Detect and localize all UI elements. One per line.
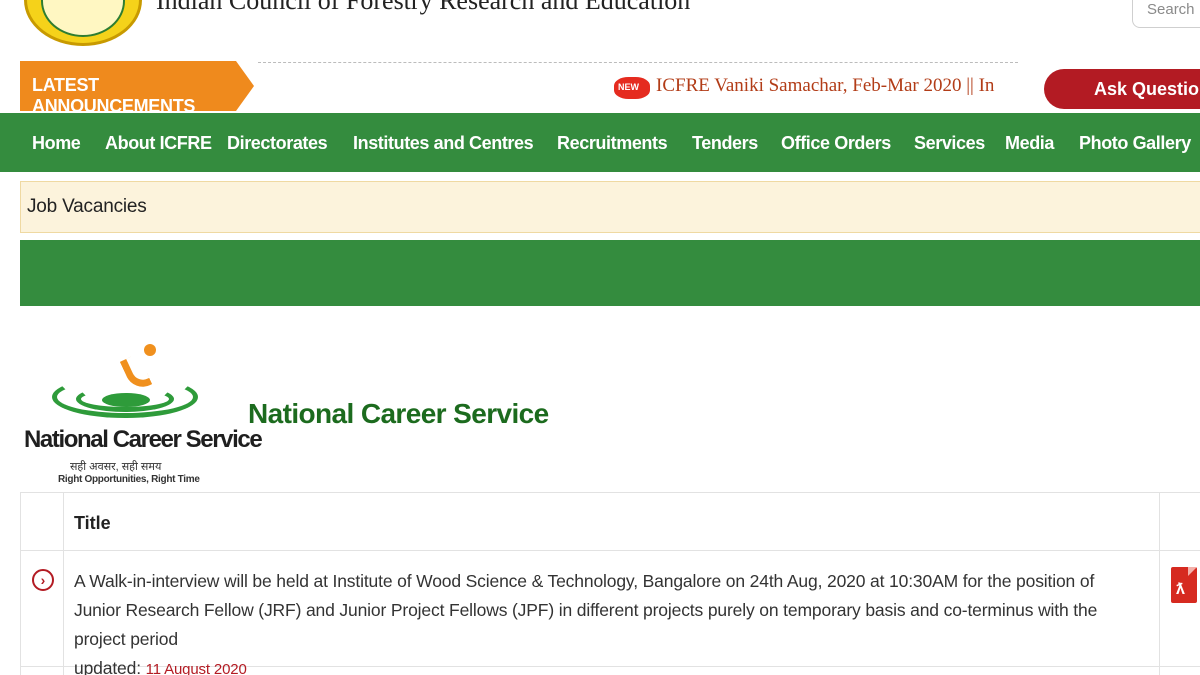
pdf-fold [1188, 567, 1197, 576]
chevron-right-icon[interactable]: › [32, 569, 54, 591]
person-head [144, 344, 156, 356]
nav-item-tenders[interactable]: Tenders [692, 133, 758, 154]
row-updated-date: 11 August 2020 [145, 661, 247, 675]
ncs-swirl-inner [102, 393, 150, 407]
pdf-icon[interactable]: ƛ [1171, 567, 1200, 607]
new-badge-icon: NEW [614, 77, 650, 99]
logo-emblem [41, 0, 125, 37]
nav-item-recruitments[interactable]: Recruitments [557, 133, 668, 154]
dotted-divider [258, 62, 1018, 63]
announcement-bar: LATEST ANNOUNCEMENTS NEW ICFRE Vaniki Sa… [0, 61, 1200, 116]
icfre-logo[interactable] [24, 0, 142, 46]
column-header-title: Title [74, 513, 111, 533]
ncs-logo-title: National Career Service [24, 426, 263, 453]
ask-question-button[interactable]: Ask Question [1044, 69, 1200, 109]
nav-item-office-orders[interactable]: Office Orders [781, 133, 891, 154]
ncs-logo[interactable]: National Career Service सही अवसर, सही सम… [22, 340, 263, 490]
breadcrumb-current: Job Vacancies [27, 196, 147, 217]
table-divider [63, 493, 64, 675]
ncs-logo-hindi: सही अवसर, सही समय [70, 461, 162, 473]
table-divider [21, 550, 1200, 551]
green-banner [20, 240, 1200, 306]
person-icon [119, 344, 158, 393]
latest-announcements-label: LATEST ANNOUNCEMENTS [20, 61, 236, 116]
nav-item-services[interactable]: Services [914, 133, 985, 154]
new-badge-text: NEW [618, 82, 639, 92]
ncs-logo-tagline: Right Opportunities, Right Time [58, 474, 200, 485]
table-row[interactable]: A Walk-in-interview will be held at Inst… [74, 567, 1144, 675]
nav-item-home[interactable]: Home [32, 133, 81, 154]
nav-item-directorates[interactable]: Directorates [227, 133, 328, 154]
org-name: Indian Council of Forestry Research and … [156, 0, 691, 15]
main-nav: Home About ICFRE Directorates Institutes… [0, 113, 1200, 172]
nav-item-about-icfre[interactable]: About ICFRE [105, 133, 212, 154]
arrow-right-icon [236, 61, 254, 111]
pdf-acrobat-mark: ƛ [1176, 581, 1185, 598]
person-body [119, 353, 153, 393]
vacancy-table: Title › A Walk-in-interview will be held… [20, 492, 1200, 675]
ncs-heading[interactable]: National Career Service [248, 398, 549, 430]
breadcrumb: Job Vacancies [20, 181, 1200, 233]
row-title[interactable]: A Walk-in-interview will be held at Inst… [74, 571, 1097, 649]
nav-item-photo-gallery[interactable]: Photo Gallery [1079, 133, 1191, 154]
nav-item-media[interactable]: Media [1005, 133, 1054, 154]
row-updated-label: updated: [74, 658, 141, 675]
search-input[interactable]: Search [1132, 0, 1200, 28]
nav-item-institutes-and-centres[interactable]: Institutes and Centres [353, 133, 534, 154]
site-header: Indian Council of Forestry Research and … [0, 0, 1200, 60]
announcement-marquee[interactable]: ICFRE Vaniki Samachar, Feb-Mar 2020 || I… [656, 75, 1004, 101]
page: Indian Council of Forestry Research and … [0, 0, 1200, 675]
table-divider [1159, 493, 1160, 675]
